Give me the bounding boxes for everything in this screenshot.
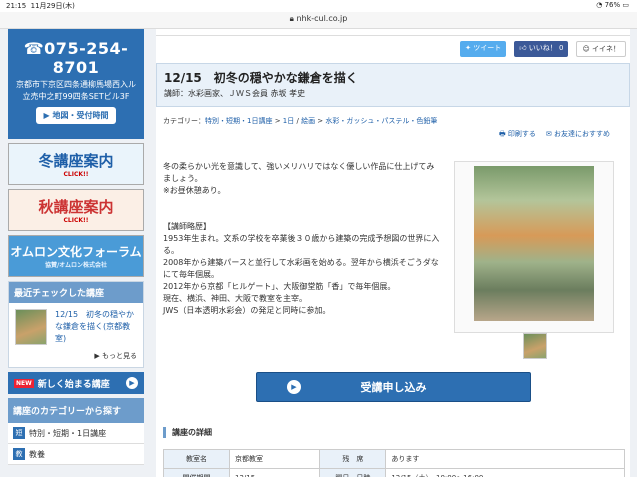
main-content: ✦ ツイート 👍︎ いいね！ 0 ☺ イイネ！ 12/15 初冬の穏やかな鎌倉を…: [156, 29, 630, 477]
course-description: 冬の柔らかい光を意識して、強いメリハリではなく優しい作品に仕上げてみましょう。 …: [163, 161, 441, 317]
status-right: ◔ 76% ▭: [596, 1, 629, 9]
autumn-banner-title: 秋講座案内: [38, 198, 114, 216]
desc-line: 2012年から京都「ヒルゲート」、大阪御堂筋「香」で毎年個展。: [163, 282, 396, 291]
detail-key: 曜日・日時: [319, 468, 387, 477]
winter-banner-title: 冬講座案内: [38, 152, 114, 170]
desc-line: 【講師略歴】: [163, 222, 211, 231]
tweet-button[interactable]: ✦ ツイート: [460, 41, 507, 57]
battery-level: 76%: [604, 1, 621, 9]
contact-box: ☎075-254-8701 京都市下京区四条通柳馬場西入ル 立売中之町99四条SE…: [8, 29, 144, 139]
lock-icon: 🔒︎: [289, 14, 294, 23]
new-badge: NEW: [14, 378, 34, 388]
course-title-box: 12/15 初冬の穏やかな鎌倉を描く 講師：水彩画家、ＪＷＳ会員 赤坂 孝史: [156, 63, 630, 107]
map-button[interactable]: ▶ 地図・受付時間: [35, 107, 117, 124]
battery-icon: ▭: [622, 1, 629, 9]
category-item-culture[interactable]: 教 教養: [8, 444, 144, 465]
page-actions: 🖶 印刷する ✉ お友達におすすめ: [499, 129, 610, 141]
detail-table: 教室名 京都教室 残 席 あります 開催期間 12/15 曜日・日時 12/15…: [163, 449, 625, 477]
desc-line: 冬の柔らかい光を意識して、強いメリハリではなく優しい作品に仕上げてみましょう。: [163, 162, 435, 183]
detail-value: 12/15（土） 10:00～16:00: [385, 468, 625, 477]
phone-icon: ☎: [23, 39, 45, 58]
course-lecturer: 講師：水彩画家、ＪＷＳ会員 赤坂 孝史: [164, 89, 306, 98]
iine-button[interactable]: ☺ イイネ！: [576, 41, 626, 57]
detail-value: 京都教室: [228, 449, 321, 469]
chevron-right-icon: ▶: [43, 111, 50, 120]
category-culture-icon: 教: [13, 448, 25, 460]
crumb-link[interactable]: 特別・短期・1日講座: [205, 117, 272, 125]
autumn-banner-click: CLICK!!: [63, 217, 89, 224]
recent-more-link[interactable]: ▶ もっと見る: [9, 351, 143, 367]
category-item-short-term[interactable]: 短 特別・短期・1日講座: [8, 423, 144, 444]
arrow-right-icon: ▶: [126, 377, 138, 389]
smile-icon: ☺: [582, 45, 590, 53]
sidebar: ☎075-254-8701 京都市下京区四条通柳馬場西入ル 立売中之町99四条SE…: [8, 29, 144, 465]
play-icon: ▶: [287, 380, 301, 394]
crumb-link[interactable]: 1日: [283, 117, 294, 125]
course-photo[interactable]: [454, 161, 614, 333]
recent-course-link[interactable]: 12/15 初冬の穏やかな鎌倉を描く(京都教室): [55, 309, 137, 345]
recent-course-item[interactable]: 12/15 初冬の穏やかな鎌倉を描く(京都教室): [9, 303, 143, 351]
category-title: 講座のカテゴリーから探す: [8, 398, 144, 423]
address: 京都市下京区四条通柳馬場西入ル 立売中之町99四条SETビル3F: [16, 80, 136, 101]
detail-heading: 講座の詳細: [163, 427, 632, 438]
url-text: 🔒︎ nhk-cul.co.jp: [289, 14, 348, 23]
status-time: 21:15 11月29日(木): [6, 2, 75, 10]
omron-banner-title: オムロン文化フォーラム: [10, 245, 142, 259]
desc-line: [163, 197, 441, 209]
winter-banner-click: CLICK!!: [63, 171, 89, 178]
category-breadcrumb: カテゴリー：特別・短期・1日講座 > 1日 / 絵画 > 水彩・ガッシュ・パステ…: [163, 117, 438, 125]
thumbs-up-icon: 👍︎: [519, 44, 527, 52]
category-short-icon: 短: [13, 427, 25, 439]
wifi-icon: ◔: [596, 1, 603, 9]
crumb-link[interactable]: 絵画: [301, 117, 315, 125]
detail-key: 開催期間: [163, 468, 230, 477]
desc-line: ※お昼休憩あり。: [163, 186, 226, 195]
apply-label: 受講申し込み: [360, 381, 427, 394]
status-bar: 21:15 11月29日(木) ◔ 76% ▭: [0, 0, 637, 12]
detail-key: 教室名: [163, 449, 230, 469]
url-bar[interactable]: 🔒︎ nhk-cul.co.jp: [0, 12, 637, 29]
table-row: 教室名 京都教室 残 席 あります: [163, 449, 625, 469]
crumb-link[interactable]: 水彩・ガッシュ・パステル・色鉛筆: [325, 117, 437, 125]
desc-line: 現在、横浜、神田、大阪で教室を主宰。: [163, 294, 307, 303]
category-label: 教養: [29, 449, 45, 459]
top-tabs-edge: [156, 29, 630, 36]
watercolor-painting: [474, 166, 594, 321]
triangle-right-icon: ▶: [94, 352, 100, 360]
omron-banner-sponsor: 協賛/オムロン株式会社: [44, 262, 107, 269]
recent-course-thumbnail[interactable]: [15, 309, 47, 345]
page: ☎075-254-8701 京都市下京区四条通柳馬場西入ル 立売中之町99四条SE…: [0, 29, 637, 477]
desc-line: 2008年から建築パースと並行して水彩画を始める。翌年から横浜そごうダなにて毎年…: [163, 258, 439, 279]
mail-icon: ✉: [545, 130, 552, 138]
course-title: 12/15 初冬の穏やかな鎌倉を描く: [164, 71, 358, 85]
twitter-icon: ✦: [465, 44, 471, 52]
autumn-course-banner[interactable]: 秋講座案内 CLICK!!: [8, 189, 144, 231]
winter-course-banner[interactable]: 冬講座案内 CLICK!!: [8, 143, 144, 185]
apply-button[interactable]: ▶ 受講申し込み: [256, 372, 531, 402]
facebook-like-button[interactable]: 👍︎ いいね！ 0: [514, 41, 569, 57]
category-prefix: カテゴリー：: [163, 117, 205, 125]
mail-link[interactable]: ✉ お友達におすすめ: [546, 129, 610, 141]
photo-thumbnail[interactable]: [523, 333, 547, 359]
table-row: 開催期間 12/15 曜日・日時 12/15（土） 10:00～16:00: [163, 468, 625, 477]
recent-courses: 最近チェックした講座 12/15 初冬の穏やかな鎌倉を描く(京都教室) ▶ もっ…: [8, 281, 144, 368]
new-courses-button[interactable]: NEW 新しく始まる講座 ▶: [8, 372, 144, 394]
detail-value: 12/15: [228, 468, 321, 477]
print-link[interactable]: 🖶 印刷する: [499, 129, 536, 141]
printer-icon: 🖶: [499, 130, 506, 138]
recent-courses-title: 最近チェックした講座: [9, 282, 143, 303]
new-courses-label: 新しく始まる講座: [37, 379, 110, 390]
category-label: 特別・短期・1日講座: [29, 428, 107, 438]
detail-value: あります: [385, 449, 625, 469]
desc-line: 1953年生まれ。文系の学校を卒業後３０歳から建築の完成予想図の世界に入る。: [163, 234, 440, 255]
phone-number[interactable]: ☎075-254-8701: [8, 39, 144, 77]
detail-key: 残 席: [319, 449, 387, 469]
share-buttons: ✦ ツイート 👍︎ いいね！ 0 ☺ イイネ！: [460, 41, 626, 57]
desc-line: JWS（日本透明水彩会）の発足と同時に参加。: [163, 306, 331, 315]
omron-forum-banner[interactable]: オムロン文化フォーラム 協賛/オムロン株式会社: [8, 235, 144, 277]
